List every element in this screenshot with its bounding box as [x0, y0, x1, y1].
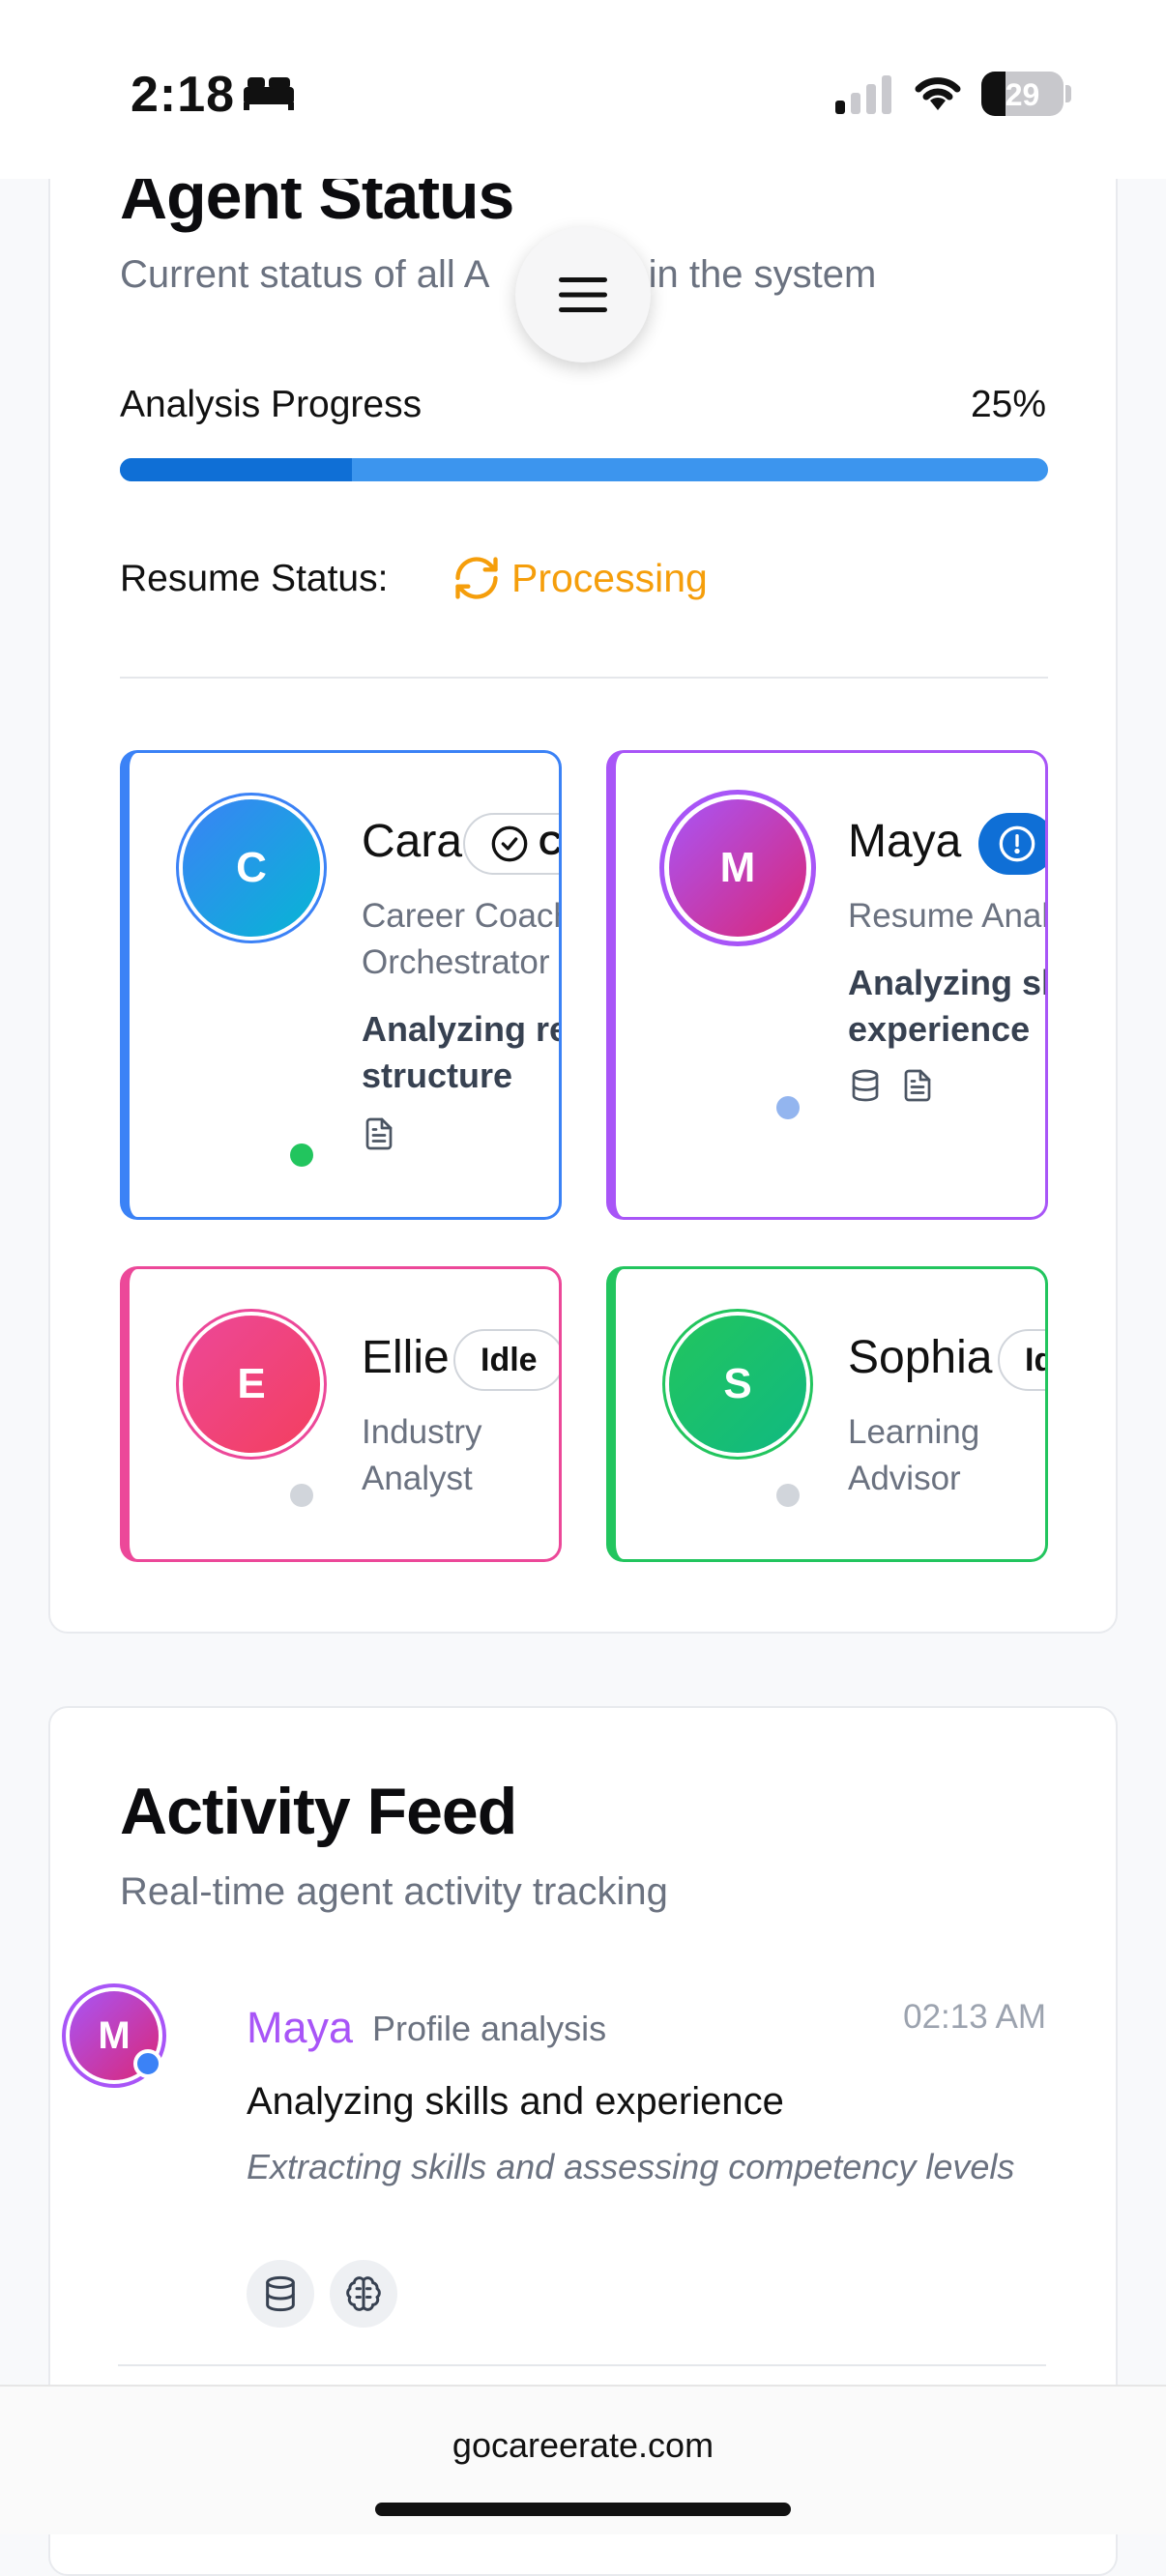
- analysis-progress-value: 25%: [970, 384, 1046, 425]
- wifi-icon: [911, 70, 965, 117]
- activity-type: Profile analysis: [372, 2009, 607, 2048]
- alert-circle-icon: [999, 825, 1035, 862]
- resume-status-value: Processing: [511, 555, 708, 600]
- avatar: C: [183, 799, 320, 937]
- agent-status-dot: [776, 1484, 800, 1507]
- agent-card-maya[interactable]: M Maya Resume Analyzer Analyzing skills e…: [606, 750, 1048, 1220]
- agent-role: Industry Analyst: [362, 1409, 559, 1502]
- agent-task-line: Analyzing skills: [848, 963, 1045, 1002]
- resume-status-label: Resume Status:: [120, 558, 389, 599]
- agent-role-line: Advisor: [848, 1460, 961, 1497]
- brain-icon: [346, 2276, 381, 2311]
- agent-role-line: Resume Analyzer: [848, 897, 1048, 935]
- activity-title: Analyzing skills and experience: [247, 2080, 784, 2123]
- agent-role-line: Learning: [848, 1413, 980, 1451]
- agent-task-line: structure: [362, 1056, 513, 1095]
- brain-chip: [330, 2260, 397, 2328]
- status-badge: Idle: [453, 1329, 559, 1391]
- activity-time: 02:13 AM: [903, 1998, 1046, 2036]
- hamburger-menu-icon: [559, 277, 607, 312]
- sleep-mode-icon: [242, 73, 296, 117]
- activity-feed-title: Activity Feed: [120, 1775, 517, 1848]
- agent-task-line: experience: [848, 1009, 1031, 1049]
- activity-tool-icons: [247, 2260, 397, 2328]
- status-badge: C: [463, 813, 562, 875]
- avatar: S: [669, 1316, 806, 1453]
- agent-card-sophia[interactable]: S Sophia Id Learning Advisor: [606, 1266, 1048, 1562]
- agent-task: Analyzing skills experience: [848, 960, 1045, 1053]
- agent-name: Sophia: [848, 1332, 993, 1383]
- battery-nub: [1065, 85, 1071, 102]
- avatar: M: [669, 799, 806, 937]
- agent-role: Career Coach Orchestrator: [362, 893, 562, 986]
- agent-name: Cara: [362, 816, 463, 867]
- agent-role-line: Analyst: [362, 1460, 473, 1497]
- agent-status-dot: [290, 1484, 313, 1507]
- database-chip: [247, 2260, 314, 2328]
- agent-name: Maya: [848, 816, 962, 867]
- resume-status: Processing: [452, 553, 708, 603]
- agent-status-dot: [776, 1096, 800, 1119]
- activity-description: Extracting skills and assessing competen…: [247, 2147, 1015, 2186]
- status-badge-label: C: [539, 825, 562, 862]
- analysis-progress-bar: [120, 458, 1048, 481]
- agent-status-subtitle-left: Current status of all A: [120, 253, 490, 296]
- activity-agent-name: Maya: [247, 2003, 354, 2052]
- agent-task-line: Analyzing resume: [362, 1009, 559, 1049]
- refresh-icon: [455, 557, 498, 599]
- analysis-progress-label: Analysis Progress: [120, 384, 423, 425]
- agent-task: Analyzing resume structure: [362, 1006, 559, 1099]
- agent-card-ellie[interactable]: E Ellie Idle Industry Analyst: [120, 1266, 562, 1562]
- status-time: 2:18: [131, 67, 236, 123]
- status-badge: Id: [998, 1329, 1045, 1391]
- avatar: E: [183, 1316, 320, 1453]
- check-circle-icon: [491, 825, 528, 862]
- agent-name: Ellie: [362, 1332, 450, 1383]
- agent-status-subtitle: Current status of all Ats in the system: [120, 253, 876, 297]
- url-bar[interactable]: gocareerate.com: [0, 2425, 1166, 2466]
- activity-divider: [118, 2364, 1046, 2366]
- document-icon: [904, 1069, 931, 1102]
- cellular-signal-icon: [835, 72, 891, 114]
- analysis-progress-fill: [120, 458, 352, 481]
- document-icon: [365, 1117, 393, 1150]
- agent-tool-icons: [848, 1068, 935, 1103]
- home-indicator[interactable]: [375, 2503, 791, 2516]
- battery-icon: 29: [981, 72, 1064, 116]
- battery-level: 29: [1005, 77, 1040, 112]
- agent-role: Resume Analyzer: [848, 893, 1048, 940]
- status-badge: [978, 813, 1045, 875]
- agent-role: Learning Advisor: [848, 1409, 1045, 1502]
- agent-role-line: Orchestrator: [362, 943, 550, 981]
- database-icon: [266, 2275, 295, 2312]
- avatar-initial: M: [98, 2013, 131, 2057]
- section-divider: [120, 677, 1048, 679]
- activity-feed-subtitle: Real-time agent activity tracking: [120, 1870, 668, 1913]
- agent-role-line: Industry: [362, 1413, 482, 1451]
- agent-tool-icons: [362, 1116, 396, 1151]
- browser-bottom-bar: gocareerate.com: [0, 2385, 1166, 2534]
- database-icon: [852, 1069, 879, 1102]
- agent-status-dot: [290, 1143, 313, 1167]
- menu-button[interactable]: [515, 227, 651, 362]
- avatar: M: [70, 1991, 162, 2080]
- agent-card-cara[interactable]: C Cara C Career Coach Orchestrator Analyz…: [120, 750, 562, 1220]
- status-bar: 2:18 29: [0, 0, 1166, 179]
- online-indicator: [133, 2049, 162, 2078]
- agent-role-line: Career Coach: [362, 897, 562, 935]
